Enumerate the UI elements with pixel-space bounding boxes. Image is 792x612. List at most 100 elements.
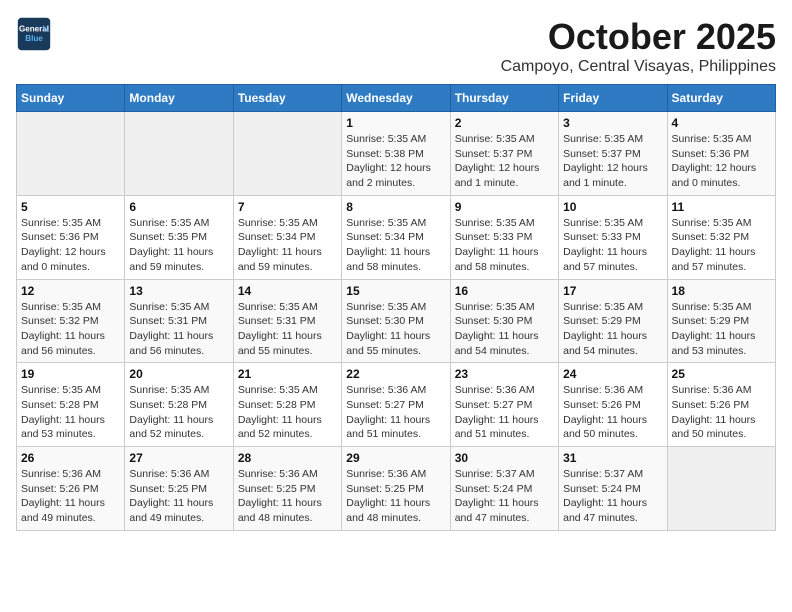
cell-info: Sunrise: 5:35 AMSunset: 5:32 PMDaylight:… (672, 216, 771, 275)
day-number: 16 (455, 284, 554, 298)
day-number: 14 (238, 284, 337, 298)
logo: General Blue (16, 16, 52, 52)
calendar-cell: 4 Sunrise: 5:35 AMSunset: 5:36 PMDayligh… (667, 112, 775, 196)
day-number: 22 (346, 367, 445, 381)
day-number: 11 (672, 200, 771, 214)
location-title: Campoyo, Central Visayas, Philippines (501, 58, 776, 76)
cell-info: Sunrise: 5:35 AMSunset: 5:28 PMDaylight:… (21, 383, 120, 442)
day-number: 5 (21, 200, 120, 214)
day-number: 23 (455, 367, 554, 381)
calendar-cell: 12 Sunrise: 5:35 AMSunset: 5:32 PMDaylig… (17, 279, 125, 363)
cell-info: Sunrise: 5:35 AMSunset: 5:36 PMDaylight:… (21, 216, 120, 275)
day-number: 12 (21, 284, 120, 298)
cell-info: Sunrise: 5:35 AMSunset: 5:35 PMDaylight:… (129, 216, 228, 275)
calendar-cell: 22 Sunrise: 5:36 AMSunset: 5:27 PMDaylig… (342, 363, 450, 447)
cell-info: Sunrise: 5:36 AMSunset: 5:27 PMDaylight:… (346, 383, 445, 442)
weekday-header-row: SundayMondayTuesdayWednesdayThursdayFrid… (17, 85, 776, 112)
day-number: 13 (129, 284, 228, 298)
calendar-cell: 23 Sunrise: 5:36 AMSunset: 5:27 PMDaylig… (450, 363, 558, 447)
cell-info: Sunrise: 5:35 AMSunset: 5:36 PMDaylight:… (672, 132, 771, 191)
header: General Blue October 2025 Campoyo, Centr… (16, 16, 776, 76)
cell-info: Sunrise: 5:35 AMSunset: 5:34 PMDaylight:… (238, 216, 337, 275)
cell-info: Sunrise: 5:35 AMSunset: 5:29 PMDaylight:… (672, 300, 771, 359)
day-number: 15 (346, 284, 445, 298)
cell-info: Sunrise: 5:36 AMSunset: 5:26 PMDaylight:… (563, 383, 662, 442)
cell-info: Sunrise: 5:35 AMSunset: 5:29 PMDaylight:… (563, 300, 662, 359)
weekday-header: Sunday (17, 85, 125, 112)
day-number: 9 (455, 200, 554, 214)
calendar-cell: 24 Sunrise: 5:36 AMSunset: 5:26 PMDaylig… (559, 363, 667, 447)
weekday-header: Saturday (667, 85, 775, 112)
calendar-cell: 25 Sunrise: 5:36 AMSunset: 5:26 PMDaylig… (667, 363, 775, 447)
cell-info: Sunrise: 5:36 AMSunset: 5:26 PMDaylight:… (21, 467, 120, 526)
calendar-cell: 20 Sunrise: 5:35 AMSunset: 5:28 PMDaylig… (125, 363, 233, 447)
calendar-cell: 26 Sunrise: 5:36 AMSunset: 5:26 PMDaylig… (17, 447, 125, 531)
calendar-cell: 13 Sunrise: 5:35 AMSunset: 5:31 PMDaylig… (125, 279, 233, 363)
cell-info: Sunrise: 5:35 AMSunset: 5:28 PMDaylight:… (129, 383, 228, 442)
day-number: 24 (563, 367, 662, 381)
calendar-cell: 6 Sunrise: 5:35 AMSunset: 5:35 PMDayligh… (125, 195, 233, 279)
cell-info: Sunrise: 5:36 AMSunset: 5:25 PMDaylight:… (238, 467, 337, 526)
calendar-cell: 2 Sunrise: 5:35 AMSunset: 5:37 PMDayligh… (450, 112, 558, 196)
calendar-cell (125, 112, 233, 196)
calendar-cell: 16 Sunrise: 5:35 AMSunset: 5:30 PMDaylig… (450, 279, 558, 363)
day-number: 19 (21, 367, 120, 381)
calendar-cell: 18 Sunrise: 5:35 AMSunset: 5:29 PMDaylig… (667, 279, 775, 363)
cell-info: Sunrise: 5:37 AMSunset: 5:24 PMDaylight:… (455, 467, 554, 526)
cell-info: Sunrise: 5:35 AMSunset: 5:37 PMDaylight:… (563, 132, 662, 191)
cell-info: Sunrise: 5:36 AMSunset: 5:25 PMDaylight:… (346, 467, 445, 526)
weekday-header: Monday (125, 85, 233, 112)
cell-info: Sunrise: 5:35 AMSunset: 5:37 PMDaylight:… (455, 132, 554, 191)
calendar-week-row: 12 Sunrise: 5:35 AMSunset: 5:32 PMDaylig… (17, 279, 776, 363)
cell-info: Sunrise: 5:36 AMSunset: 5:26 PMDaylight:… (672, 383, 771, 442)
day-number: 21 (238, 367, 337, 381)
svg-text:Blue: Blue (25, 34, 43, 43)
day-number: 3 (563, 116, 662, 130)
calendar-cell: 27 Sunrise: 5:36 AMSunset: 5:25 PMDaylig… (125, 447, 233, 531)
calendar-week-row: 19 Sunrise: 5:35 AMSunset: 5:28 PMDaylig… (17, 363, 776, 447)
calendar-cell: 28 Sunrise: 5:36 AMSunset: 5:25 PMDaylig… (233, 447, 341, 531)
calendar-cell: 5 Sunrise: 5:35 AMSunset: 5:36 PMDayligh… (17, 195, 125, 279)
calendar-cell: 8 Sunrise: 5:35 AMSunset: 5:34 PMDayligh… (342, 195, 450, 279)
cell-info: Sunrise: 5:35 AMSunset: 5:30 PMDaylight:… (346, 300, 445, 359)
cell-info: Sunrise: 5:35 AMSunset: 5:38 PMDaylight:… (346, 132, 445, 191)
cell-info: Sunrise: 5:35 AMSunset: 5:32 PMDaylight:… (21, 300, 120, 359)
day-number: 30 (455, 451, 554, 465)
weekday-header: Thursday (450, 85, 558, 112)
cell-info: Sunrise: 5:35 AMSunset: 5:28 PMDaylight:… (238, 383, 337, 442)
calendar-cell: 31 Sunrise: 5:37 AMSunset: 5:24 PMDaylig… (559, 447, 667, 531)
weekday-header: Tuesday (233, 85, 341, 112)
calendar-cell: 29 Sunrise: 5:36 AMSunset: 5:25 PMDaylig… (342, 447, 450, 531)
calendar-week-row: 26 Sunrise: 5:36 AMSunset: 5:26 PMDaylig… (17, 447, 776, 531)
calendar-table: SundayMondayTuesdayWednesdayThursdayFrid… (16, 84, 776, 531)
calendar-week-row: 1 Sunrise: 5:35 AMSunset: 5:38 PMDayligh… (17, 112, 776, 196)
logo-icon: General Blue (16, 16, 52, 52)
calendar-cell: 30 Sunrise: 5:37 AMSunset: 5:24 PMDaylig… (450, 447, 558, 531)
day-number: 28 (238, 451, 337, 465)
cell-info: Sunrise: 5:35 AMSunset: 5:33 PMDaylight:… (455, 216, 554, 275)
day-number: 31 (563, 451, 662, 465)
calendar-cell: 3 Sunrise: 5:35 AMSunset: 5:37 PMDayligh… (559, 112, 667, 196)
day-number: 10 (563, 200, 662, 214)
calendar-cell: 21 Sunrise: 5:35 AMSunset: 5:28 PMDaylig… (233, 363, 341, 447)
calendar-cell: 10 Sunrise: 5:35 AMSunset: 5:33 PMDaylig… (559, 195, 667, 279)
day-number: 6 (129, 200, 228, 214)
calendar-cell: 19 Sunrise: 5:35 AMSunset: 5:28 PMDaylig… (17, 363, 125, 447)
day-number: 27 (129, 451, 228, 465)
cell-info: Sunrise: 5:36 AMSunset: 5:25 PMDaylight:… (129, 467, 228, 526)
cell-info: Sunrise: 5:35 AMSunset: 5:30 PMDaylight:… (455, 300, 554, 359)
day-number: 4 (672, 116, 771, 130)
day-number: 17 (563, 284, 662, 298)
calendar-cell: 17 Sunrise: 5:35 AMSunset: 5:29 PMDaylig… (559, 279, 667, 363)
calendar-cell (17, 112, 125, 196)
calendar-cell: 11 Sunrise: 5:35 AMSunset: 5:32 PMDaylig… (667, 195, 775, 279)
calendar-cell (233, 112, 341, 196)
weekday-header: Wednesday (342, 85, 450, 112)
calendar-cell (667, 447, 775, 531)
weekday-header: Friday (559, 85, 667, 112)
day-number: 2 (455, 116, 554, 130)
cell-info: Sunrise: 5:37 AMSunset: 5:24 PMDaylight:… (563, 467, 662, 526)
calendar-cell: 7 Sunrise: 5:35 AMSunset: 5:34 PMDayligh… (233, 195, 341, 279)
day-number: 20 (129, 367, 228, 381)
day-number: 1 (346, 116, 445, 130)
